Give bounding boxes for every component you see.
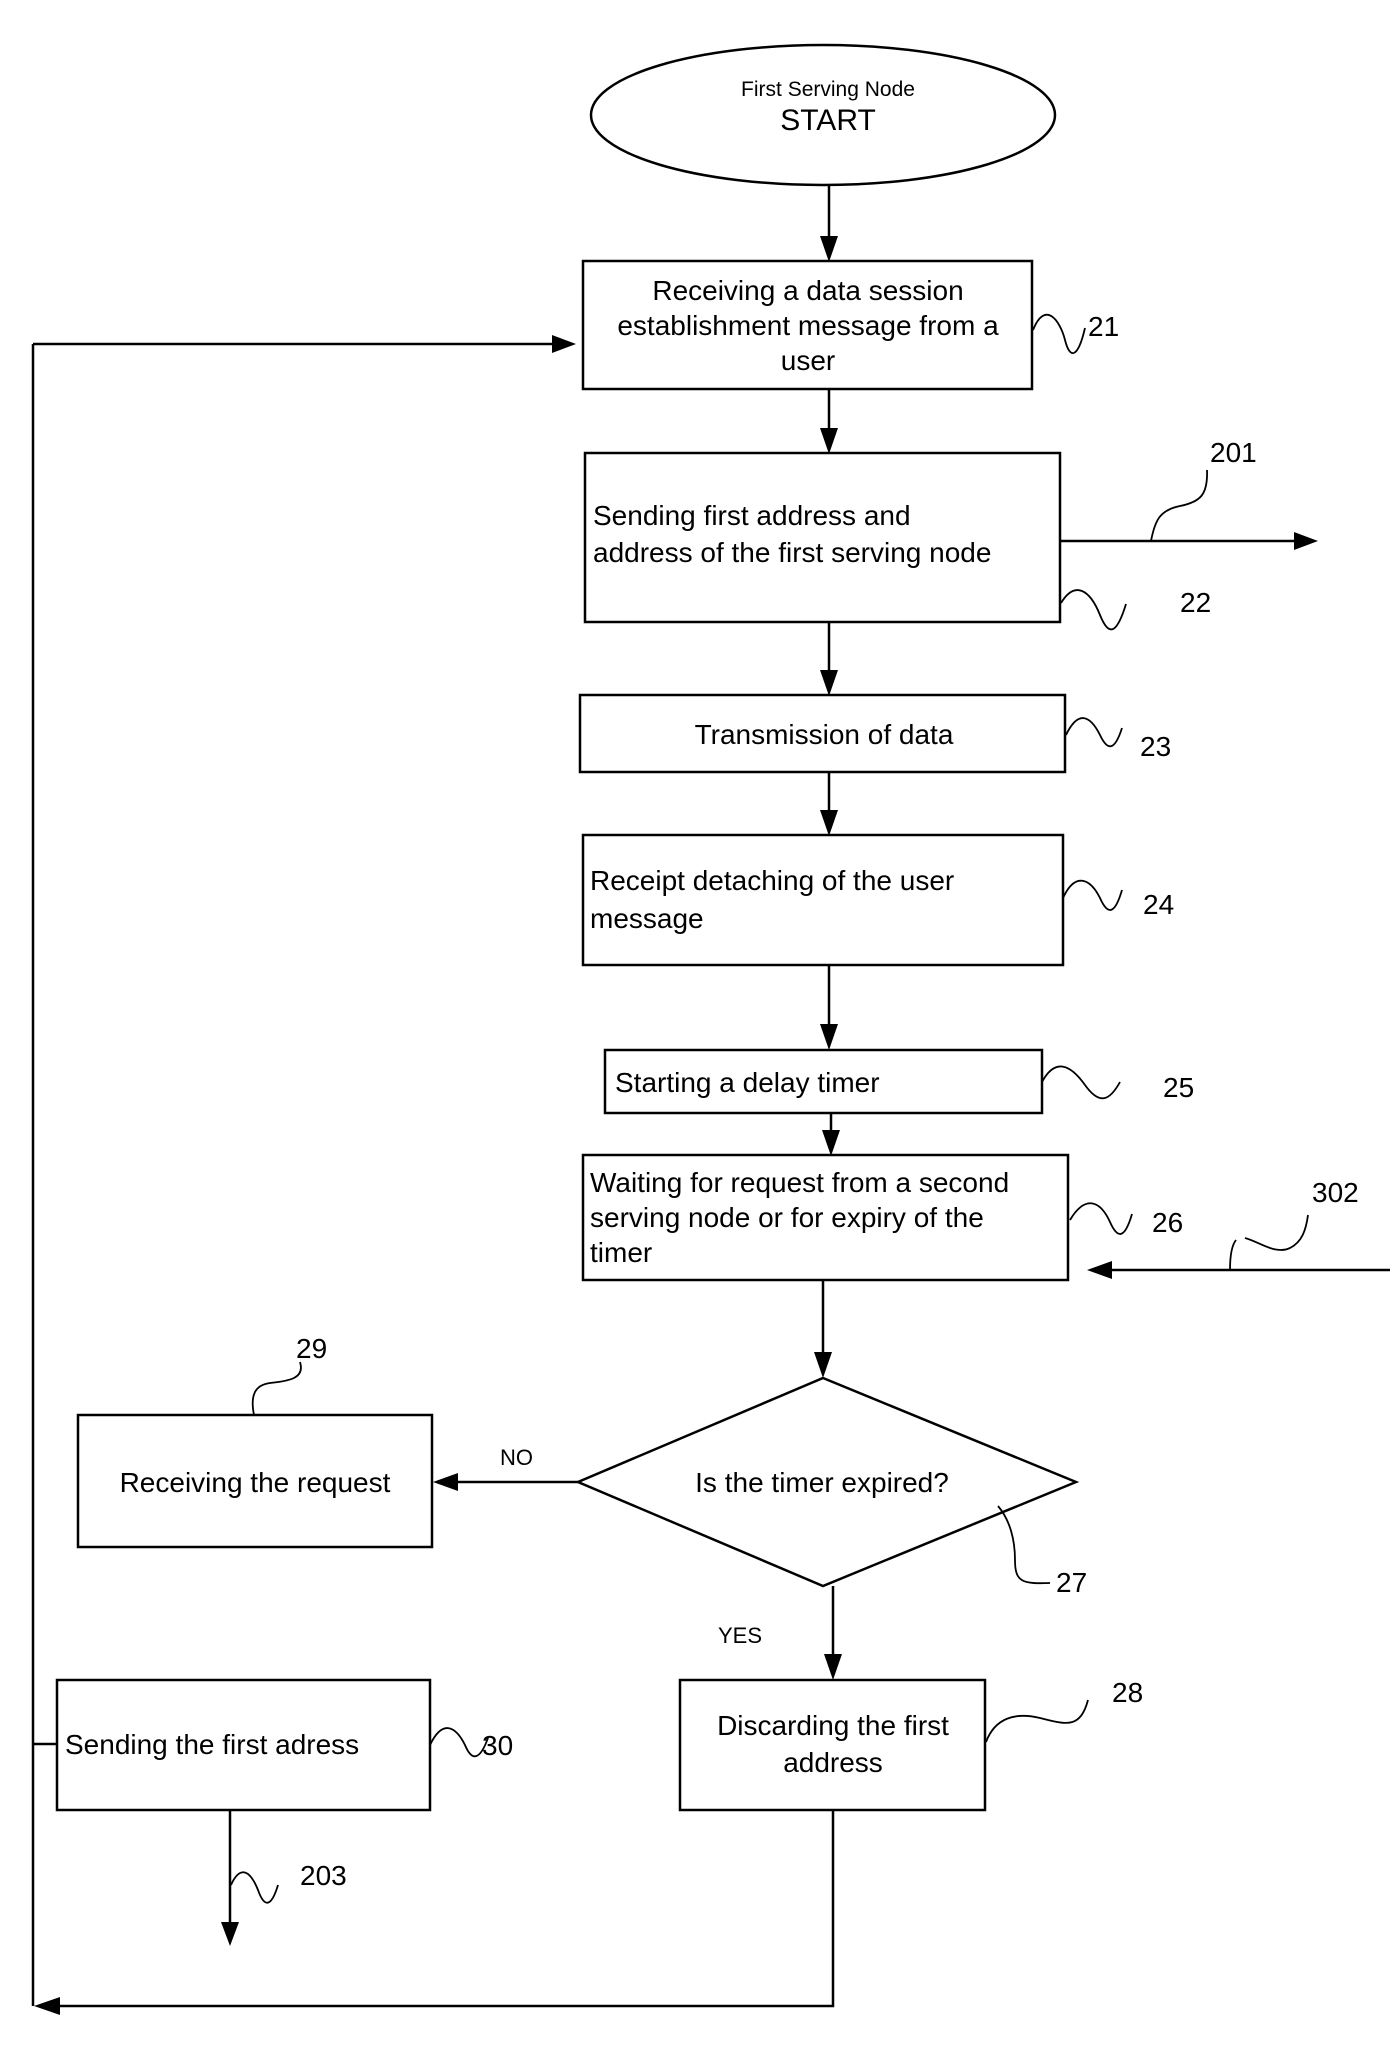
- step-22-line-2: address of the first serving node: [593, 537, 991, 568]
- step-30: Sending the first adress 30: [55, 1678, 513, 1812]
- step-28-line-1: Discarding the first: [717, 1710, 949, 1741]
- start-label-start: START: [780, 104, 876, 137]
- arrowhead-icon: [552, 335, 576, 353]
- decision-27-question: Is the timer expired?: [695, 1467, 949, 1498]
- step-25: Starting a delay timer 25: [603, 1048, 1194, 1115]
- arrowhead-icon: [820, 810, 838, 836]
- step-26: Waiting for request from a second servin…: [581, 1153, 1183, 1282]
- arrowhead-icon: [824, 1654, 842, 1680]
- arrowhead-icon: [34, 1997, 60, 2015]
- arrowhead-icon: [1294, 532, 1318, 550]
- leader-line-203: [230, 1871, 279, 1904]
- branch-label-yes: YES: [718, 1623, 762, 1648]
- arrowhead-icon: [433, 1473, 458, 1491]
- ref-label-203: 203: [300, 1860, 347, 1891]
- step-21-line-3: user: [781, 345, 835, 376]
- ref-label-302: 302: [1312, 1177, 1359, 1208]
- step-30-line-1: Sending the first adress: [65, 1729, 359, 1760]
- step-26-line-2: serving node or for expiry of the: [590, 1202, 984, 1233]
- leader-line-23: [1065, 717, 1123, 748]
- leader-line-22: [1060, 589, 1127, 631]
- step-28-box: [678, 1678, 987, 1812]
- ref-label-24: 24: [1143, 889, 1174, 920]
- arrowhead-icon: [820, 1024, 838, 1050]
- step-24-line-2: message: [590, 903, 704, 934]
- leader-line-21: [1032, 313, 1086, 354]
- step-29-line-1: Receiving the request: [120, 1467, 391, 1498]
- leader-line-25: [1041, 1065, 1121, 1100]
- step-24: Receipt detaching of the user message 24: [581, 833, 1174, 967]
- step-25-line-1: Starting a delay timer: [615, 1067, 880, 1098]
- step-28-line-2: address: [783, 1747, 883, 1778]
- ref-label-28: 28: [1112, 1677, 1143, 1708]
- step-21-line-1: Receiving a data session: [652, 275, 963, 306]
- step-24-line-1: Receipt detaching of the user: [590, 865, 954, 896]
- step-26-line-3: timer: [590, 1237, 652, 1268]
- start-label-title: First Serving Node: [741, 78, 915, 101]
- step-23-line-1: Transmission of data: [695, 719, 954, 750]
- step-26-line-1: Waiting for request from a second: [590, 1167, 1009, 1198]
- step-21-line-2: establishment message from a: [617, 310, 999, 341]
- leader-line-28: [985, 1699, 1089, 1743]
- ref-label-21: 21: [1088, 311, 1119, 342]
- ref-label-26: 26: [1152, 1207, 1183, 1238]
- ref-label-25: 25: [1163, 1072, 1194, 1103]
- step-29: Receiving the request 29: [76, 1333, 434, 1549]
- leader-line-24: [1062, 879, 1123, 911]
- arrowhead-icon: [820, 670, 838, 696]
- leader-line-302: [1229, 1214, 1309, 1271]
- step-23: Transmission of data 23: [578, 693, 1171, 774]
- ref-label-22: 22: [1180, 587, 1211, 618]
- step-22-line-1: Sending first address and: [593, 500, 911, 531]
- connector-28-loopback: [40, 1810, 835, 2008]
- arrowhead-icon: [822, 1130, 840, 1156]
- step-24-box: [581, 833, 1065, 967]
- ref-label-29: 29: [296, 1333, 327, 1364]
- flowchart: First Serving Node START Receiving a dat…: [31, 43, 1390, 2015]
- step-21: Receiving a data session establishment m…: [581, 259, 1119, 391]
- decision-27: Is the timer expired? 27: [574, 1376, 1087, 1598]
- arrowhead-icon: [221, 1922, 239, 1946]
- leader-line-26: [1069, 1202, 1133, 1235]
- arrowhead-icon: [814, 1352, 832, 1378]
- branch-label-no: NO: [500, 1445, 533, 1470]
- leader-line-29: [251, 1361, 302, 1416]
- ref-label-23: 23: [1140, 731, 1171, 762]
- arrowhead-icon: [1087, 1261, 1112, 1279]
- arrowhead-icon: [820, 428, 838, 454]
- leader-line-201: [1150, 469, 1208, 542]
- ref-label-27: 27: [1056, 1567, 1087, 1598]
- ref-label-30: 30: [482, 1730, 513, 1761]
- step-28: Discarding the first address 28: [678, 1677, 1143, 1812]
- start-node: First Serving Node START: [589, 43, 1057, 187]
- leader-line-30: [429, 1727, 489, 1758]
- ref-label-201: 201: [1210, 437, 1257, 468]
- leader-line-27: [997, 1505, 1051, 1585]
- arrowhead-icon: [820, 236, 838, 262]
